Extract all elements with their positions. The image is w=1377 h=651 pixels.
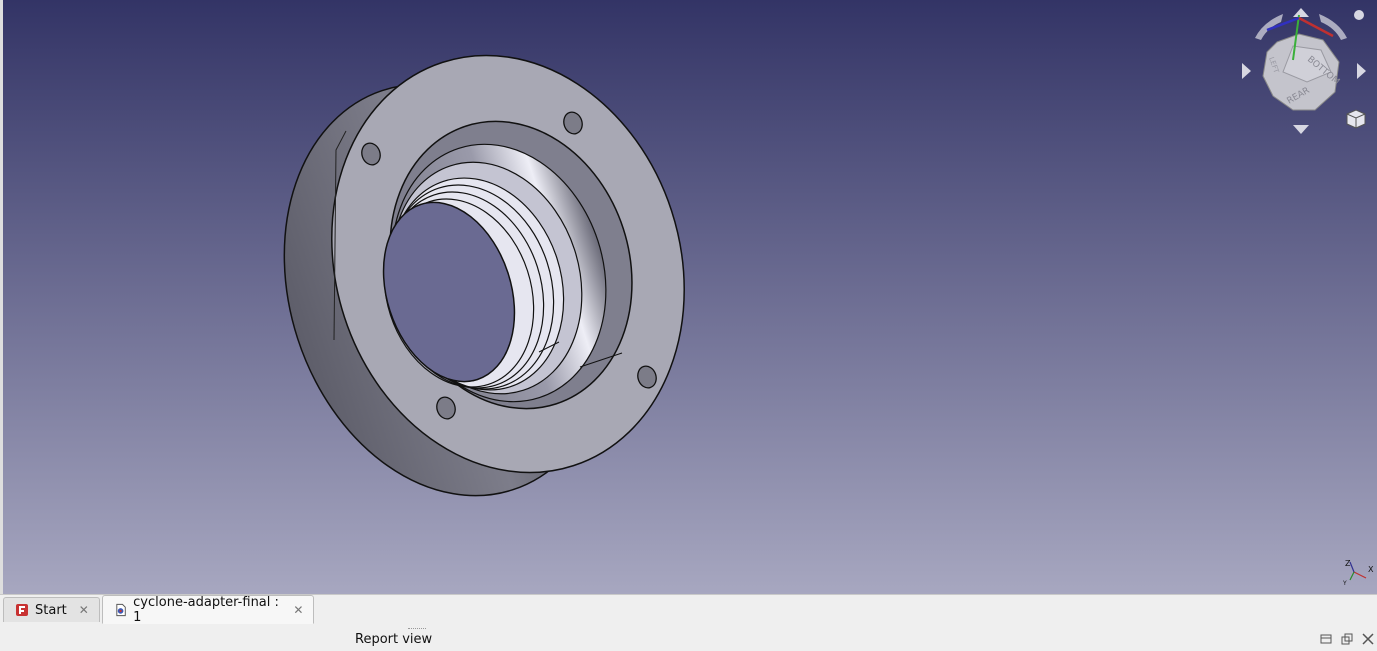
3d-model-view[interactable] [3,0,1377,594]
tab-label: Start [35,602,67,618]
axis-z-label: Z [1345,559,1351,568]
rotate-right-arrow-icon[interactable] [1319,14,1347,40]
tab-label: cyclone-adapter-final : 1 [133,594,279,625]
3d-viewport[interactable]: BOTTOM REAR LEFT X Z Y [3,0,1377,594]
close-panel-icon[interactable] [1362,633,1374,645]
close-tab-icon[interactable]: ✕ [292,603,305,617]
axis-cross-indicator: X Z Y [1342,559,1374,586]
nav-arrow-down-icon[interactable] [1293,125,1309,134]
document-tab-bar: Start ✕ cyclone-adapter-final : 1 ✕ [0,594,1377,626]
report-view-title: Report view [355,632,433,647]
panel-menu-icon[interactable] [1320,633,1332,645]
freecad-start-icon [16,604,28,616]
close-tab-icon[interactable]: ✕ [77,603,91,617]
report-view-panel: Report view [0,626,1377,651]
cube-face[interactable]: BOTTOM REAR LEFT [1262,14,1341,111]
navigation-cube[interactable]: BOTTOM REAR LEFT [1237,0,1377,145]
rotate-left-arrow-icon[interactable] [1255,14,1283,40]
view-isometric-cube-icon[interactable] [1346,109,1366,129]
panel-drag-handle[interactable] [408,628,426,629]
axis-y-label: Y [1342,580,1347,586]
axis-x-label: X [1368,565,1374,574]
tab-document[interactable]: cyclone-adapter-final : 1 ✕ [102,594,314,625]
tab-start[interactable]: Start ✕ [3,597,100,622]
view-menu-dot-icon[interactable] [1354,10,1364,20]
float-panel-icon[interactable] [1341,633,1353,645]
nav-arrow-right-icon[interactable] [1357,63,1366,79]
nav-arrow-up-icon[interactable] [1293,8,1309,17]
nav-arrow-left-icon[interactable] [1242,63,1251,79]
document-part-icon [116,603,126,616]
